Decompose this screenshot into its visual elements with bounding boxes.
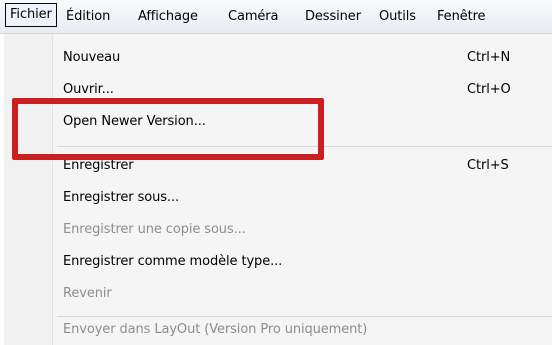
menu-item-envoyer-layout: Envoyer dans LayOut (Version Pro uniquem… (53, 314, 552, 345)
menu-edition[interactable]: Édition (66, 6, 110, 28)
file-menu-dropdown: Nouveau Ctrl+N Ouvrir... Ctrl+O Open New… (4, 34, 552, 345)
menu-fichier[interactable]: Fichier (5, 3, 57, 27)
menu-item-label: Enregistrer sous... (63, 190, 180, 205)
menu-dessiner[interactable]: Dessiner (305, 6, 361, 28)
menu-item-enregistrer-sous[interactable]: Enregistrer sous... (53, 182, 552, 214)
menu-icon-gutter (4, 34, 52, 345)
menu-item-enregistrer-copie: Enregistrer une copie sous... (53, 214, 552, 246)
menu-item-label: Enregistrer comme modèle type... (63, 254, 283, 269)
app-window: Fichier Édition Affichage Caméra Dessine… (0, 0, 552, 345)
menu-camera[interactable]: Caméra (228, 6, 279, 28)
menu-item-label: Enregistrer une copie sous... (63, 222, 246, 237)
menu-fenetre[interactable]: Fenêtre (437, 6, 486, 28)
menu-item-label: Envoyer dans LayOut (Version Pro uniquem… (63, 322, 368, 337)
menu-item-shortcut: Ctrl+N (467, 50, 511, 65)
menu-item-nouveau[interactable]: Nouveau Ctrl+N (53, 42, 552, 74)
menu-outils[interactable]: Outils (379, 6, 416, 28)
menu-item-shortcut: Ctrl+O (467, 82, 511, 97)
menu-item-label: Nouveau (63, 50, 121, 65)
menu-bar: Fichier Édition Affichage Caméra Dessine… (0, 0, 552, 34)
highlight-annotation-box (12, 98, 324, 160)
menu-item-enregistrer-modele[interactable]: Enregistrer comme modèle type... (53, 246, 552, 278)
menu-item-revenir: Revenir (53, 278, 552, 310)
menu-item-label: Revenir (63, 286, 112, 301)
menu-item-shortcut: Ctrl+S (467, 158, 509, 173)
menu-affichage[interactable]: Affichage (138, 6, 198, 28)
